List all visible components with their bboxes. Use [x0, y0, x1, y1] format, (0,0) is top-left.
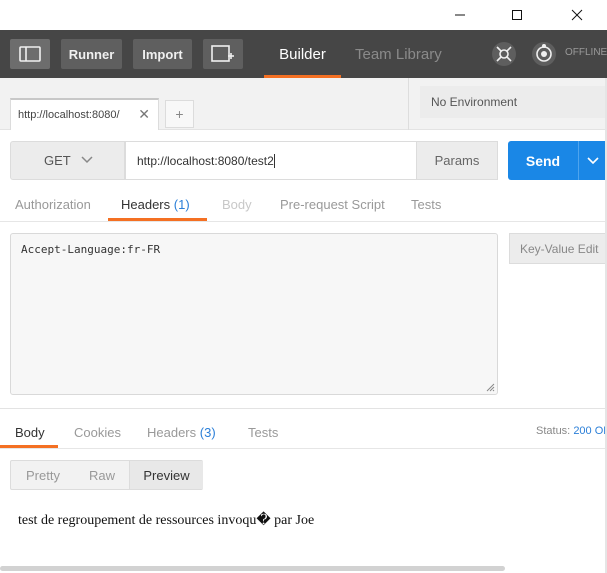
chevron-down-icon [587, 156, 599, 164]
tab-authorization[interactable]: Authorization [15, 197, 91, 212]
response-tab-body[interactable]: Body [15, 425, 45, 440]
import-button[interactable]: Import [133, 39, 192, 69]
headers-editor-content: Accept-Language:fr-FR [21, 243, 161, 256]
toggle-sidebar-button[interactable] [10, 39, 50, 69]
view-mode-preview[interactable]: Preview [129, 461, 203, 489]
offline-label: OFFLINE [565, 47, 607, 58]
resize-grip-icon[interactable] [486, 383, 495, 392]
view-mode-raw[interactable]: Raw [75, 461, 129, 489]
url-input[interactable]: http://localhost:8080/test2 [125, 141, 417, 180]
tab-builder[interactable]: Builder [264, 30, 341, 78]
close-window-button[interactable] [554, 0, 600, 30]
runner-button[interactable]: Runner [61, 39, 122, 69]
active-response-tab-indicator [0, 445, 58, 448]
tab-headers[interactable]: Headers (1) [121, 197, 190, 212]
sync-status-button[interactable] [530, 40, 558, 68]
response-tabs: Body Cookies Headers (3) Tests [0, 409, 607, 449]
minimize-button[interactable] [437, 0, 483, 30]
new-window-icon [211, 45, 234, 62]
send-button[interactable]: Send [508, 141, 578, 180]
url-value: http://localhost:8080/test2 [137, 153, 274, 168]
divider [408, 78, 409, 130]
response-tab-headers-label: Headers [147, 425, 197, 440]
minimize-icon [455, 14, 465, 16]
satellite-icon [492, 42, 516, 66]
view-mode-toggle: Pretty Raw Preview [10, 460, 203, 490]
sidebar-icon [19, 46, 41, 62]
request-section-tabs: Authorization Headers (1) Body Pre-reque… [0, 190, 607, 222]
interceptor-button[interactable] [490, 40, 518, 68]
add-tab-button[interactable]: + [165, 100, 194, 128]
status-value: 200 OK [573, 425, 607, 437]
text-cursor [273, 153, 275, 168]
method-select[interactable]: GET [10, 141, 125, 180]
tab-team-library[interactable]: Team Library [355, 30, 442, 78]
status-label: Status: [536, 425, 571, 437]
window-titlebar [0, 0, 607, 30]
request-tab-label: http://localhost:8080/ [18, 109, 120, 121]
tab-headers-label: Headers [121, 197, 171, 212]
status-badge: Status: 200 OK [536, 425, 607, 437]
maximize-icon [512, 10, 522, 20]
tab-tests[interactable]: Tests [411, 197, 441, 212]
close-icon [571, 9, 583, 21]
headers-bulk-editor[interactable]: Accept-Language:fr-FR [10, 233, 498, 395]
method-label: GET [44, 153, 71, 168]
horizontal-scrollbar[interactable] [0, 566, 505, 571]
response-tab-cookies[interactable]: Cookies [74, 425, 121, 440]
response-headers-count: (3) [199, 425, 216, 440]
maximize-button[interactable] [494, 0, 540, 30]
request-tab[interactable]: http://localhost:8080/ ✕ [10, 98, 159, 130]
tab-body[interactable]: Body [222, 197, 252, 212]
new-tab-button[interactable] [203, 39, 243, 69]
request-tabs-bar: http://localhost:8080/ ✕ + No Environmen… [0, 78, 607, 130]
chevron-down-icon [81, 156, 93, 164]
view-mode-pretty[interactable]: Pretty [11, 461, 75, 489]
active-tab-indicator [108, 218, 207, 221]
response-tab-headers[interactable]: Headers (3) [147, 425, 216, 440]
response-preview-text: test de regroupement de ressources invoq… [18, 513, 315, 528]
close-tab-icon[interactable]: ✕ [138, 106, 150, 123]
response-tab-tests[interactable]: Tests [248, 425, 278, 440]
key-value-edit-button[interactable]: Key-Value Edit [509, 233, 607, 264]
environment-select[interactable]: No Environment [420, 86, 607, 118]
params-button[interactable]: Params [416, 141, 498, 180]
tab-pre-request-script[interactable]: Pre-request Script [280, 197, 385, 212]
headers-count: (1) [173, 197, 190, 212]
sync-icon [532, 42, 556, 66]
app-header: Runner Import Builder Team Library [0, 30, 607, 78]
send-options-button[interactable] [578, 141, 607, 180]
